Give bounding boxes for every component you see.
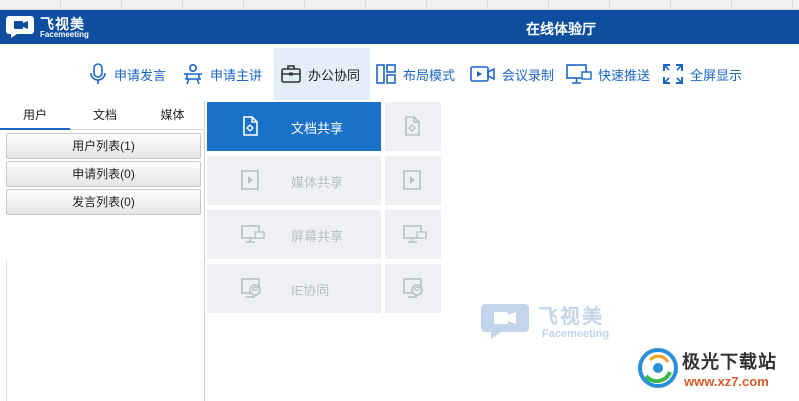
- window-title: 在线体验厅: [526, 21, 596, 37]
- doc-share-tile[interactable]: 文档共享: [207, 102, 381, 151]
- screen-share-icon: [241, 225, 265, 243]
- apply-speak-button[interactable]: 申请发言: [88, 48, 166, 100]
- left-panel: 用户 文档 媒体 用户列表(1) 申请列表(0) 发言列表(0): [0, 100, 205, 401]
- top-window-strip: [0, 0, 799, 10]
- fullscreen-button[interactable]: 全屏显示: [662, 48, 742, 100]
- title-bar: 飞视美 Facemeeting 在线体验厅: [0, 10, 799, 44]
- site-badge: 极光下载站 www.xz7.com: [636, 346, 796, 398]
- video-record-icon: [470, 66, 495, 82]
- site-logo-icon: [638, 348, 678, 388]
- tab-documents[interactable]: 文档: [70, 100, 140, 130]
- screen-share-tile[interactable]: 屏幕共享: [207, 210, 381, 259]
- screen-share-mini-tile[interactable]: [385, 210, 441, 259]
- media-play-icon: [403, 170, 421, 190]
- microphone-icon: [90, 63, 106, 84]
- quick-push-label: 快速推送: [598, 67, 651, 83]
- facemeeting-logo-icon: [6, 16, 34, 38]
- watermark-subtitle: Facemeeting: [542, 328, 610, 340]
- facemeeting-watermark: 飞视美 Facemeeting: [480, 300, 630, 345]
- screen-share-icon: [403, 225, 427, 243]
- ie-collab-label: IE协同: [291, 283, 330, 298]
- screen-share-label: 屏幕共享: [291, 229, 344, 244]
- presenter-icon: [184, 63, 202, 85]
- media-play-icon: [241, 170, 259, 190]
- layout-mode-label: 布局模式: [403, 67, 456, 83]
- logo-subtitle: Facemeeting: [40, 30, 89, 39]
- document-icon: [243, 116, 258, 136]
- collab-grid: 文档共享 媒体共享 屏幕共享 IE协同: [205, 100, 445, 320]
- fullscreen-icon: [663, 64, 683, 84]
- watermark-name: 飞视美: [538, 306, 604, 328]
- app-logo: 飞视美 Facemeeting: [6, 13, 96, 41]
- doc-share-label: 文档共享: [291, 121, 344, 136]
- speak-list-button[interactable]: 发言列表(0): [6, 189, 201, 215]
- ie-collab-mini-tile[interactable]: [385, 264, 441, 313]
- ie-browser-icon: [241, 278, 261, 298]
- fullscreen-label: 全屏显示: [690, 67, 743, 83]
- layout-mode-button[interactable]: 布局模式: [375, 48, 455, 100]
- layout-icon: [376, 64, 396, 84]
- document-icon: [405, 116, 420, 136]
- media-share-label: 媒体共享: [291, 175, 344, 190]
- doc-share-mini-tile[interactable]: [385, 102, 441, 151]
- facemeeting-logo-icon: [481, 304, 529, 339]
- office-collab-label: 办公协同: [308, 67, 361, 83]
- media-share-mini-tile[interactable]: [385, 156, 441, 205]
- apply-present-button[interactable]: 申请主讲: [182, 48, 262, 100]
- toolbar: 申请发言 申请主讲 办公协同 布局模式 会议录制 快速推送 全屏显示: [0, 44, 799, 100]
- left-panel-tabs: 用户 文档 媒体: [0, 100, 205, 130]
- divider: [6, 260, 7, 401]
- briefcase-icon: [281, 65, 301, 83]
- site-url: www.xz7.com: [684, 374, 769, 389]
- site-name: 极光下载站: [682, 352, 777, 372]
- screen-push-icon: [566, 64, 592, 84]
- office-collab-button[interactable]: 办公协同: [274, 48, 370, 100]
- user-list-button[interactable]: 用户列表(1): [6, 133, 201, 159]
- ie-browser-icon: [403, 278, 423, 298]
- apply-list-button[interactable]: 申请列表(0): [6, 161, 201, 187]
- meeting-record-label: 会议录制: [502, 67, 555, 83]
- apply-present-label: 申请主讲: [210, 67, 263, 83]
- meeting-record-button[interactable]: 会议录制: [470, 48, 554, 100]
- quick-push-button[interactable]: 快速推送: [566, 48, 650, 100]
- media-share-tile[interactable]: 媒体共享: [207, 156, 381, 205]
- tab-media[interactable]: 媒体: [140, 100, 205, 130]
- ie-collab-tile[interactable]: IE协同: [207, 264, 381, 313]
- apply-speak-label: 申请发言: [114, 67, 167, 83]
- tab-users[interactable]: 用户: [0, 100, 70, 130]
